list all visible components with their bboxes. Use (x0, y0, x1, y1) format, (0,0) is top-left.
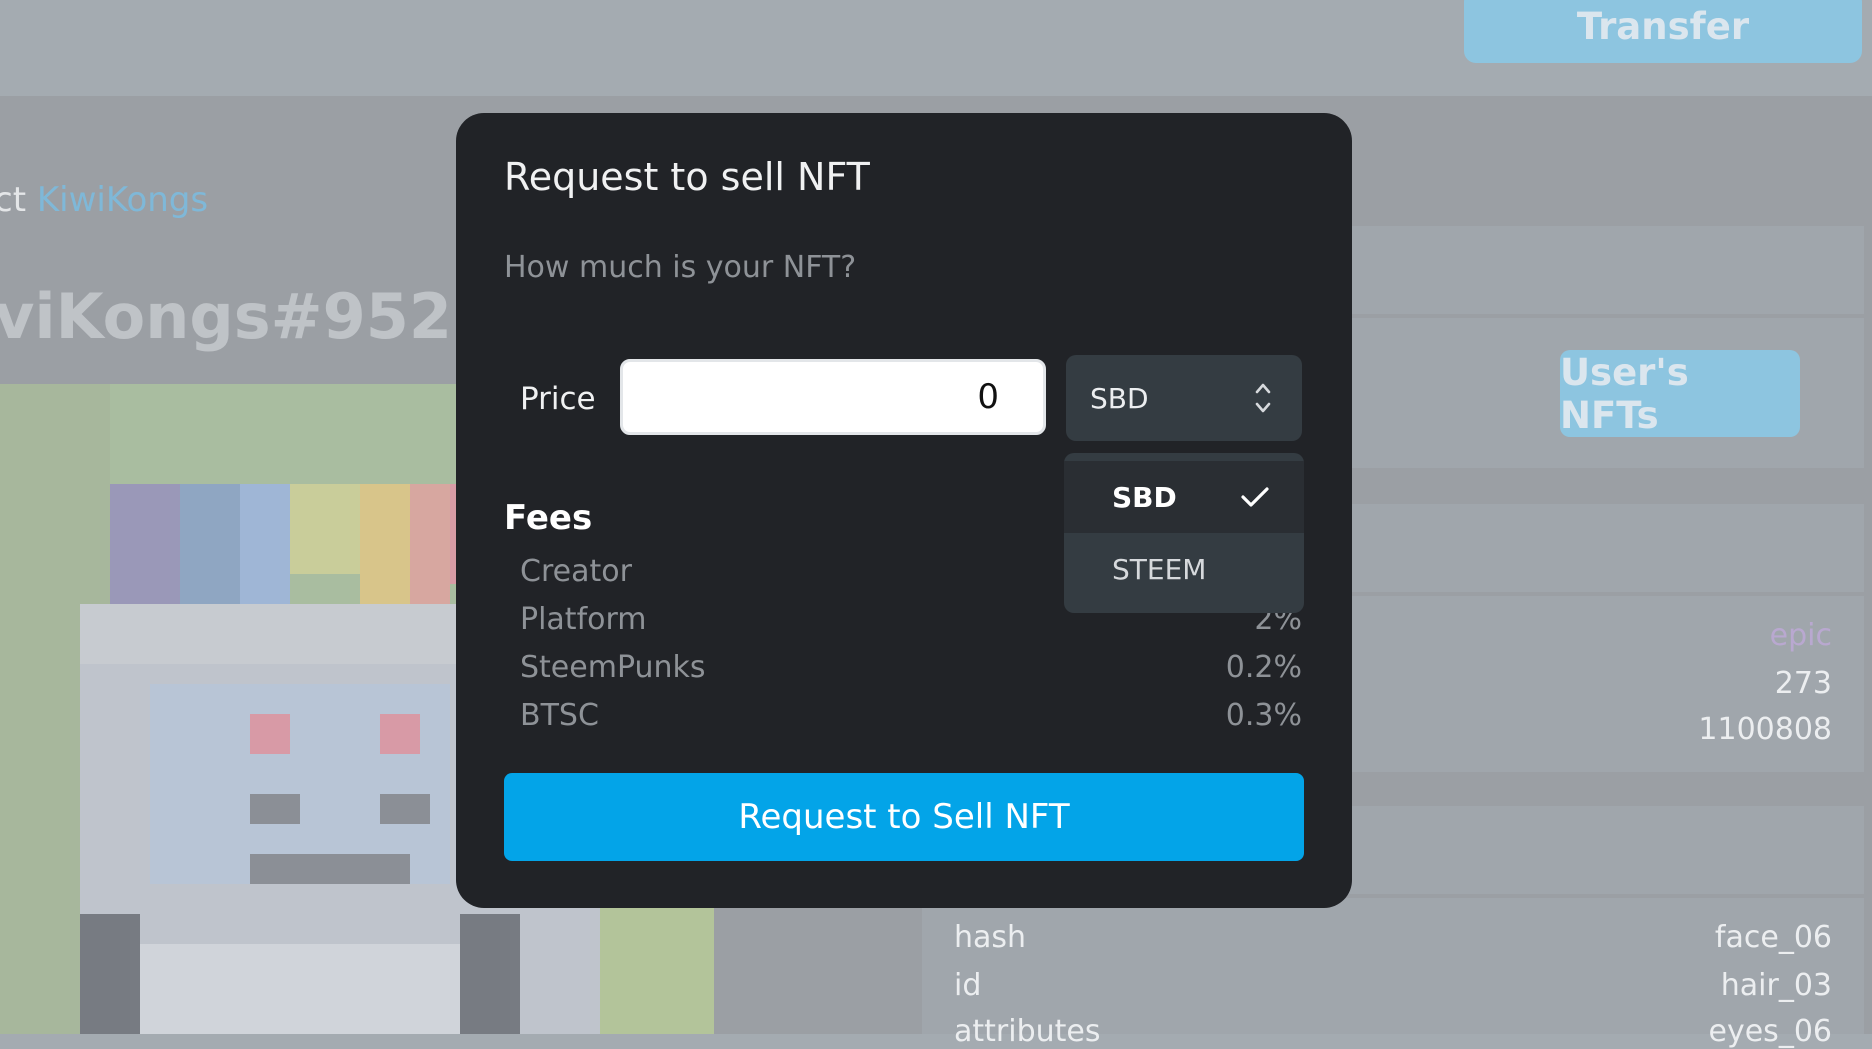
currency-option-label: STEEM (1112, 552, 1207, 586)
currency-option-sbd[interactable]: SBD (1064, 461, 1304, 533)
currency-select-value: SBD (1090, 381, 1149, 415)
fee-name: Creator (520, 554, 632, 589)
fee-percent: 0.3% (1225, 698, 1302, 733)
fee-row: BTSC 0.3% (520, 698, 1302, 738)
chevron-up-down-icon (1255, 383, 1271, 413)
fee-name: SteemPunks (520, 650, 706, 685)
fee-name: BTSC (520, 698, 599, 733)
currency-option-steem[interactable]: STEEM (1064, 533, 1304, 605)
fee-name: Platform (520, 602, 647, 637)
stat-value: 1100808 (1698, 712, 1832, 747)
users-nfts-button[interactable]: User's NFTs (1560, 350, 1800, 437)
attribute-value: eyes_06 (1708, 1014, 1832, 1049)
currency-option-label: SBD (1112, 480, 1177, 514)
attribute-key: attributes (954, 1014, 1101, 1049)
price-label: Price (520, 381, 596, 417)
attribute-value: hair_03 (1720, 968, 1832, 1003)
nft-title: viKongs#9521 (0, 280, 496, 353)
checkmark-icon (1241, 487, 1269, 507)
price-input[interactable] (620, 359, 1046, 435)
collection-prefix: ct (0, 180, 27, 220)
request-to-sell-button[interactable]: Request to Sell NFT (504, 773, 1304, 861)
stat-value: 273 (1774, 666, 1832, 701)
currency-select[interactable]: SBD (1066, 355, 1302, 441)
attribute-key: id (954, 968, 982, 1003)
fee-percent: 0.2% (1225, 650, 1302, 685)
sell-nft-modal: Request to sell NFT How much is your NFT… (456, 113, 1352, 908)
attribute-key: hash (954, 920, 1027, 955)
rarity-value: epic (1769, 618, 1832, 653)
attribute-value: face_06 (1714, 920, 1832, 955)
modal-subtitle: How much is your NFT? (504, 250, 857, 285)
modal-title: Request to sell NFT (504, 155, 870, 199)
collection-line: ct KiwiKongs (0, 180, 208, 220)
fee-row: SteemPunks 0.2% (520, 650, 1302, 690)
fees-heading: Fees (504, 498, 593, 538)
transfer-button[interactable]: Transfer (1464, 0, 1862, 63)
currency-dropdown: SBD STEEM (1064, 453, 1304, 613)
collection-link[interactable]: KiwiKongs (37, 180, 208, 220)
